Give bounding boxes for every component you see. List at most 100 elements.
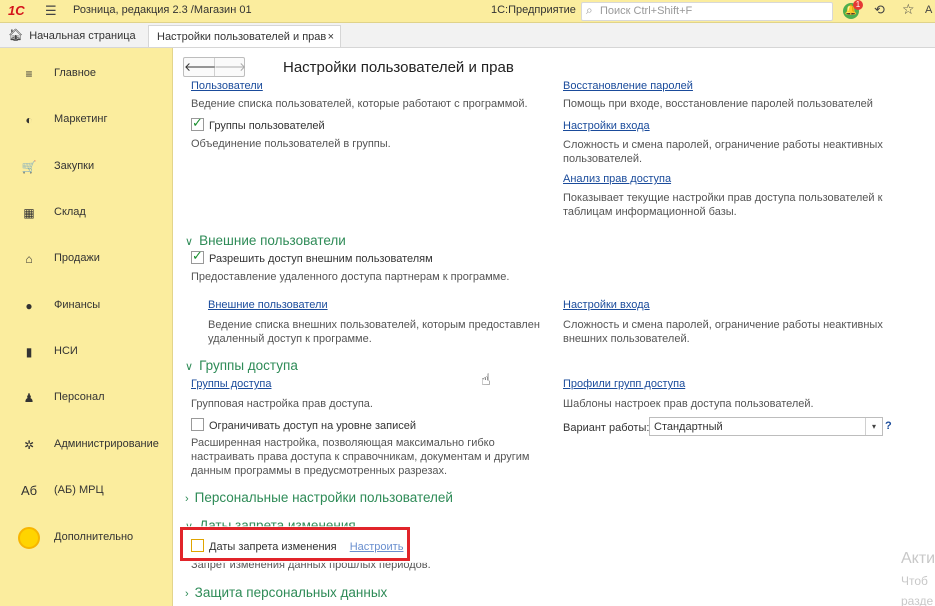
person-icon: ♟: [23, 391, 35, 405]
sidebar-item-finance[interactable]: ● Финансы: [0, 291, 172, 321]
sidebar-item-label: Маркетинг: [54, 113, 108, 125]
sidebar-item-marketing[interactable]: ◐ Маркетинг: [0, 105, 172, 135]
password-restore-link[interactable]: Восстановление паролей: [563, 80, 693, 92]
restrict-records-checkbox[interactable]: [191, 418, 204, 431]
access-groups-header-label: Группы доступа: [199, 358, 298, 373]
restrict-records-desc: Расширенная настройка, позволяющая макси…: [191, 437, 530, 477]
sidebar-item-label: Персонал: [54, 391, 105, 403]
activation-watermark-line: Чтоб: [901, 574, 928, 588]
sidebar-item-label: Главное: [54, 67, 97, 79]
basket-icon: ⌂: [25, 252, 33, 266]
main-menu-icon[interactable]: ☰: [45, 3, 57, 19]
sidebar-item-main[interactable]: ≡ Главное: [0, 59, 172, 89]
data-protection-header[interactable]: › Защита персональных данных: [185, 585, 387, 600]
access-groups-header[interactable]: ∨ Группы доступа: [185, 358, 298, 373]
allow-external-desc: Предоставление удаленного доступа партне…: [191, 271, 510, 283]
restrict-records-checkbox-row[interactable]: Ограничивать доступ на уровне записей: [191, 418, 416, 432]
finance-icon: ●: [25, 299, 33, 313]
external-users-link[interactable]: Внешние пользователи: [208, 299, 328, 311]
tab-home-label: Начальная страница: [29, 30, 136, 42]
forward-arrow-icon[interactable]: 🡒: [214, 58, 246, 76]
sidebar-item-label: (АБ) МРЦ: [54, 484, 104, 496]
allow-external-checkbox[interactable]: [191, 248, 204, 264]
gear-icon: ✲: [23, 438, 35, 452]
book-icon: ▮: [25, 345, 33, 359]
user-groups-checkbox-row[interactable]: Группы пользователей: [191, 115, 325, 132]
activation-watermark-title: Акти: [901, 550, 935, 567]
chevron-right-icon: ›: [185, 588, 189, 600]
tab-bar: 🏠︎ Начальная страница Настройки пользоват…: [0, 23, 935, 48]
sidebar-item-label: Закупки: [54, 160, 95, 172]
tab-user-settings-label: Настройки пользователей и прав: [157, 31, 327, 43]
sidebar-item-additional[interactable]: Дополнительно: [0, 523, 172, 553]
activation-watermark-line: разде: [901, 594, 934, 606]
history-icon[interactable]: ⟲: [874, 2, 885, 18]
chevron-down-icon: ∨: [185, 236, 194, 248]
login-settings-link[interactable]: Настройки входа: [563, 120, 650, 132]
sidebar-item-sales[interactable]: ⌂ Продажи: [0, 244, 172, 274]
app-logo[interactable]: 1С: [8, 3, 25, 18]
external-users-desc: Ведение списка внешних пользователей, ко…: [208, 319, 540, 345]
ab-icon: Аб: [21, 483, 38, 498]
sidebar-item-label: Дополнительно: [54, 531, 134, 543]
access-groups-desc: Групповая настройка прав доступа.: [191, 398, 373, 410]
sidebar-item-administration[interactable]: ✲ Администрирование: [0, 430, 172, 460]
sidebar: ≡ Главное ◐ Маркетинг 🛒 Закупки ▦ Склад …: [0, 48, 173, 606]
personal-settings-header-label: Персональные настройки пользователей: [194, 490, 453, 505]
search-box[interactable]: ⌕ Поиск Ctrl+Shift+F: [581, 2, 833, 21]
users-desc: Ведение списка пользователей, которые ра…: [191, 98, 528, 110]
main-content: 🡐 🡒 Настройки пользователей и прав Польз…: [173, 48, 935, 606]
variant-label: Вариант работы:: [563, 422, 650, 434]
access-profiles-link[interactable]: Профили групп доступа: [563, 378, 685, 390]
sidebar-item-personnel[interactable]: ♟ Персонал: [0, 383, 172, 413]
login-settings-desc: Сложность и смена паролей, ограничение р…: [563, 139, 883, 165]
page-title: Настройки пользователей и прав: [283, 59, 514, 76]
personal-settings-header[interactable]: › Персональные настройки пользователей: [185, 490, 453, 505]
home-icon: 🏠︎: [8, 28, 24, 42]
hand-cursor-icon: ☝︎: [481, 372, 491, 389]
search-placeholder: Поиск Ctrl+Shift+F: [600, 5, 693, 17]
allow-external-label: Разрешить доступ внешним пользователям: [209, 253, 433, 265]
user-groups-checkbox[interactable]: [191, 115, 204, 131]
sidebar-item-nsi[interactable]: ▮ НСИ: [0, 337, 172, 367]
warehouse-icon: ▦: [23, 206, 35, 220]
nav-buttons: 🡐 🡒: [183, 57, 246, 77]
dropdown-arrow-icon[interactable]: ▾: [865, 418, 882, 435]
chevron-down-icon: ∨: [185, 361, 194, 373]
cart-icon: 🛒: [21, 160, 37, 174]
title-bar: 1С ☰ Розница, редакция 2.3 /Магазин 01 1…: [0, 0, 935, 23]
restrict-records-label: Ограничивать доступ на уровне записей: [209, 420, 417, 432]
window-title: Розница, редакция 2.3 /Магазин 01: [73, 4, 252, 16]
sidebar-item-ab-mrc[interactable]: Аб (АБ) МРЦ: [0, 476, 172, 506]
user-groups-desc: Объединение пользователей в группы.: [191, 138, 391, 150]
access-groups-link[interactable]: Группы доступа: [191, 378, 271, 390]
user-menu[interactable]: А: [925, 4, 932, 16]
sidebar-item-purchases[interactable]: 🛒 Закупки: [0, 152, 172, 182]
external-login-settings-link[interactable]: Настройки входа: [563, 299, 650, 311]
access-analysis-link[interactable]: Анализ прав доступа: [563, 173, 671, 185]
access-analysis-desc: Показывает текущие настройки прав доступ…: [563, 192, 883, 218]
variant-select[interactable]: Стандартный ▾: [649, 417, 883, 436]
tab-user-settings[interactable]: Настройки пользователей и прав ×: [148, 25, 341, 47]
user-groups-label: Группы пользователей: [209, 120, 325, 132]
notifications-badge: 1: [853, 0, 863, 10]
variant-value: Стандартный: [654, 421, 723, 433]
sidebar-item-label: Администрирование: [54, 438, 159, 450]
tab-home[interactable]: 🏠︎ Начальная страница: [0, 23, 144, 47]
chevron-right-icon: ›: [185, 493, 189, 505]
back-arrow-icon[interactable]: 🡐: [184, 58, 216, 76]
external-users-header-label: Внешние пользователи: [199, 233, 346, 248]
allow-external-checkbox-row[interactable]: Разрешить доступ внешним пользователям: [191, 248, 433, 265]
favorites-star-icon[interactable]: ☆: [902, 1, 915, 18]
sidebar-item-warehouse[interactable]: ▦ Склад: [0, 198, 172, 228]
external-users-header[interactable]: ∨ Внешние пользователи: [185, 233, 346, 248]
access-profiles-desc: Шаблоны настроек прав доступа пользовате…: [563, 398, 814, 410]
sidebar-item-label: Склад: [54, 206, 86, 218]
sun-icon: [18, 527, 40, 549]
close-tab-icon[interactable]: ×: [328, 26, 334, 48]
highlight-box: [180, 527, 410, 561]
password-restore-desc: Помощь при входе, восстановление паролей…: [563, 98, 873, 110]
marketing-icon: ◐: [25, 113, 33, 127]
users-link[interactable]: Пользователи: [191, 80, 263, 92]
help-icon[interactable]: ?: [885, 420, 892, 432]
